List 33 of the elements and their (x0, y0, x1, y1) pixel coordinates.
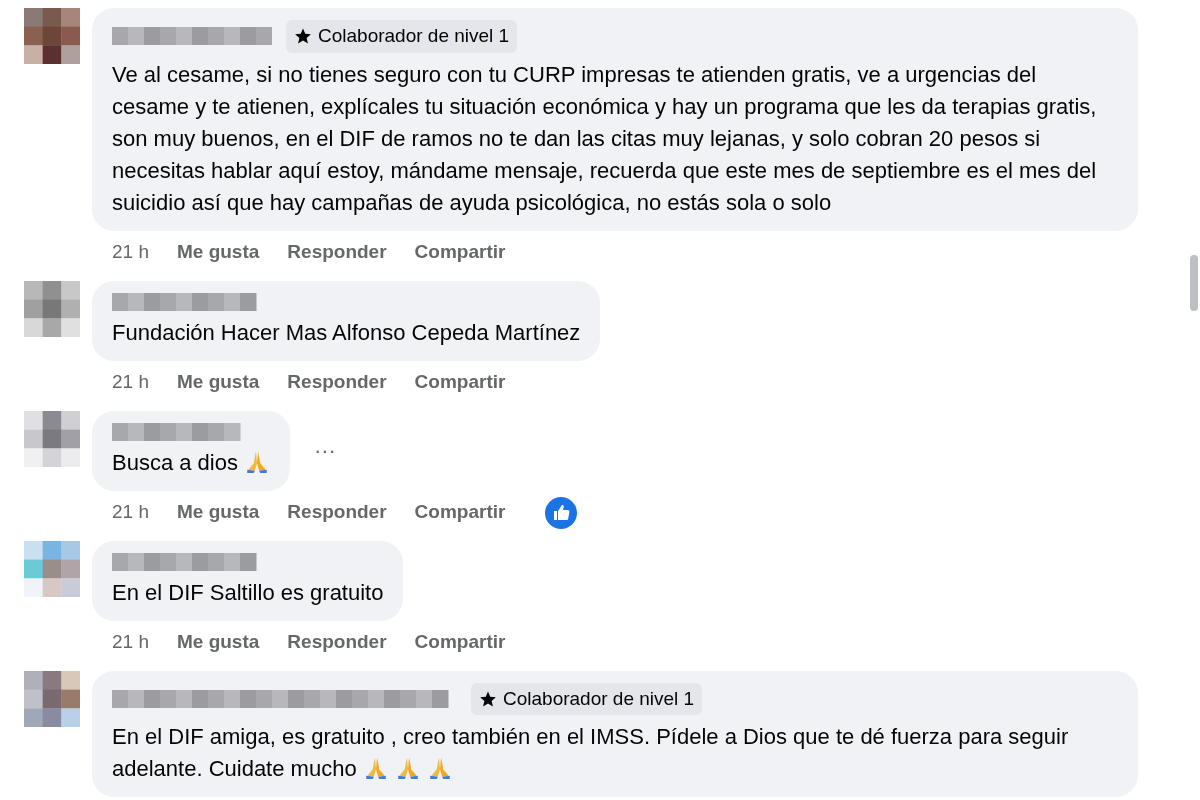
avatar[interactable] (24, 410, 80, 467)
comment-action[interactable]: Me gusta (177, 628, 260, 657)
comment-text: En el DIF Saltillo es gratuito (112, 578, 384, 607)
scrollbar-thumb[interactable] (1190, 255, 1198, 311)
comment-time[interactable]: 21 h (112, 238, 149, 267)
star-icon (294, 27, 312, 46)
comment-action[interactable]: Compartir (414, 498, 506, 527)
comment-action[interactable]: Compartir (414, 628, 506, 657)
comment-action[interactable]: Me gusta (177, 498, 260, 527)
redacted-name[interactable] (112, 27, 272, 46)
comment-text: Busca a dios (112, 446, 270, 479)
like-reaction-icon (545, 496, 578, 529)
comment-action[interactable]: Compartir (414, 238, 506, 267)
comment-time[interactable]: 21 h (112, 498, 149, 527)
comment-time[interactable]: 21 h (112, 368, 149, 397)
avatar[interactable] (24, 280, 80, 337)
comment-action[interactable]: Compartir (414, 368, 506, 397)
badge-label: Colaborador de nivel 1 (503, 686, 695, 711)
comment-action[interactable]: Responder (287, 498, 387, 527)
comment-action[interactable]: Responder (287, 368, 387, 397)
comment-text: En el DIF amiga, es gratuito , creo también en el IMSS. Pídele a Dios que te dé fuerza para seguir adelante. Cuidate mucho (112, 723, 1070, 783)
avatar[interactable] (24, 670, 80, 727)
more-options-button[interactable]: ··· (309, 434, 340, 467)
comment-action[interactable]: Responder (287, 238, 387, 267)
avatar[interactable] (24, 8, 80, 64)
comment-text: Ve al cesame, si no tienes seguro con tu CURP impresas te atienden gratis, ve a urgencias del cesame y te atienen, explícales tu situación económica y hay un programa que les da terapias gratis, son muy buenos, en el DIF de ramos no te dan las citas muy lejanas, y solo cobran 20 pesos si necesitas hablar aquí estoy, mándame mensaje, recuerda que este mes de septiembre es el mes del suicidio así que hay campañas de ayuda psicológica, no estás sola o solo (112, 60, 1098, 217)
avatar[interactable] (24, 540, 80, 597)
badge-label: Colaborador de nivel 1 (318, 24, 510, 48)
comment-time[interactable]: 21 h (112, 628, 149, 657)
comment-action[interactable]: Me gusta (177, 238, 260, 267)
comment-action[interactable]: Responder (287, 628, 387, 657)
comment-text: Fundación Hacer Mas Alfonso Cepeda Martínez (112, 318, 581, 347)
comment-action[interactable]: Me gusta (177, 368, 260, 397)
